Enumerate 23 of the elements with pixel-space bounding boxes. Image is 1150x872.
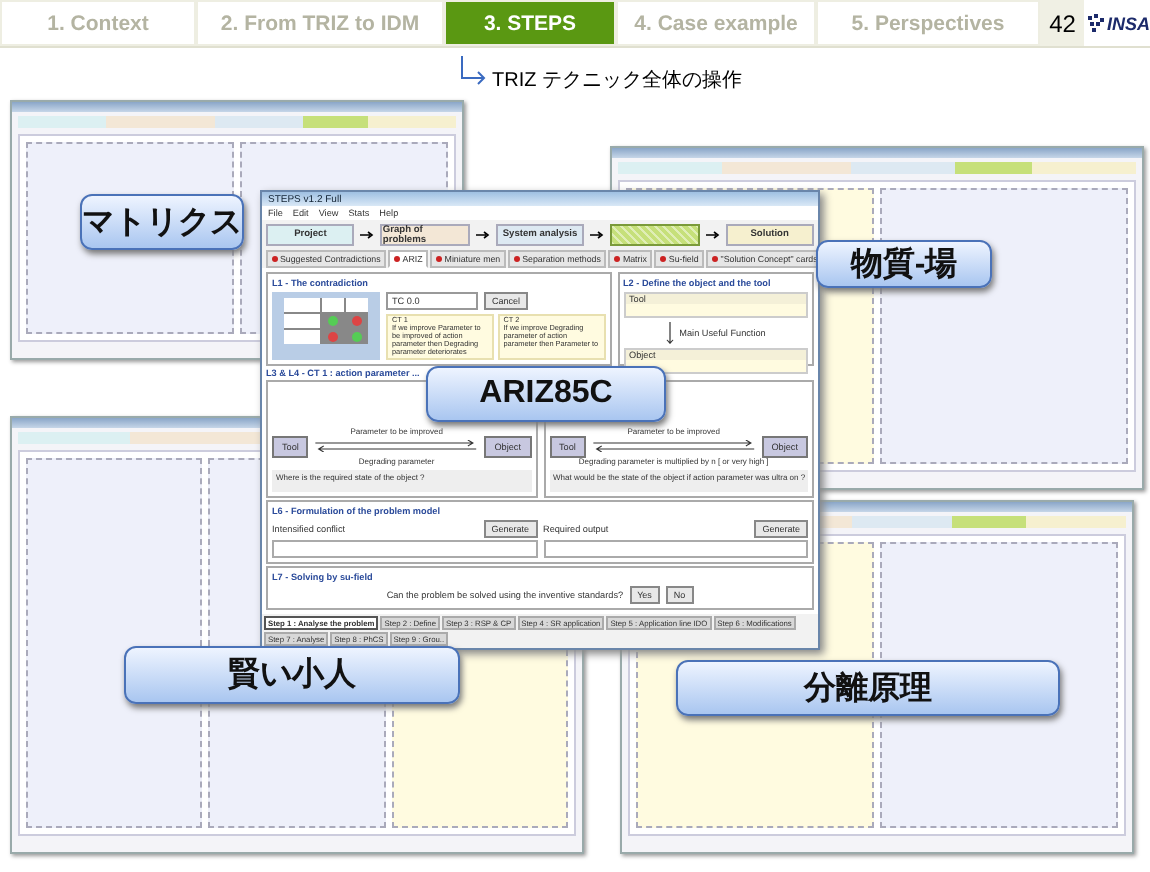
- arrow-icon: [590, 230, 605, 240]
- page-number: 42: [1040, 0, 1085, 46]
- logo-text: INSA: [1106, 13, 1150, 33]
- slide-subtitle: TRIZ テクニック全体の操作: [492, 68, 742, 94]
- status-dot-icon: [328, 332, 338, 342]
- text-area[interactable]: [543, 540, 808, 558]
- status-dot-icon: [328, 316, 338, 326]
- arrow-icon: [705, 230, 720, 240]
- arrow-icon: [360, 230, 375, 240]
- callout-label: マトリクス: [80, 194, 244, 250]
- callout-label: ARIZ85C: [426, 366, 666, 422]
- arrow-icon: [475, 230, 490, 240]
- down-arrow-icon: [665, 322, 674, 344]
- dots-logo-icon: [1088, 13, 1105, 33]
- status-dot-icon: [352, 332, 362, 342]
- arrow-icon: [460, 56, 488, 88]
- status-dot-icon: [352, 316, 362, 326]
- callout-label: 物質-場: [816, 240, 992, 288]
- step-button[interactable]: [610, 224, 700, 246]
- callout-label: 賢い小人: [124, 646, 460, 704]
- callout-label: 分離原理: [676, 660, 1060, 716]
- text-area[interactable]: [272, 540, 537, 558]
- nav-tab[interactable]: 3. STEPS: [444, 0, 616, 46]
